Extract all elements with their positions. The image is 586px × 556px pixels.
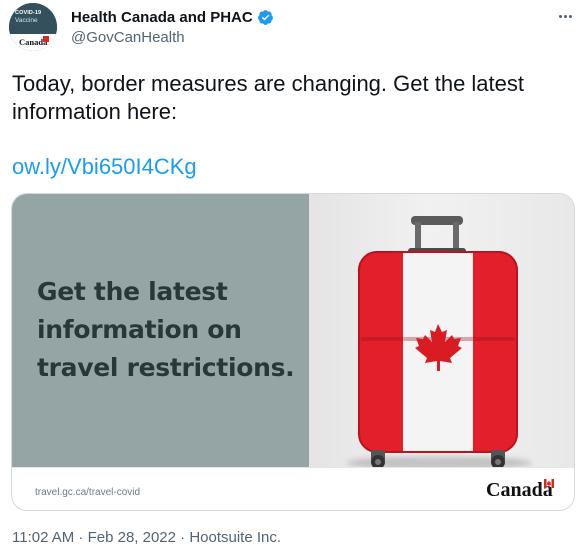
avatar-flag-icon (43, 36, 49, 42)
author-name-row: Health Canada and PHAC (71, 7, 274, 27)
media-headline: Get the latest information on travel res… (37, 277, 295, 382)
media-url-text: travel.gc.ca/travel-covid (35, 487, 141, 498)
tweet-link[interactable]: ow.ly/Vbi650I4CKg (12, 154, 197, 180)
tweet-media-image[interactable]: Get the latest information on travel res… (11, 193, 575, 511)
avatar-covid-label: COVID-19 (15, 10, 42, 16)
more-dot (563, 14, 567, 18)
more-dot (558, 14, 562, 18)
tweet-text: Today, border measures are changing. Get… (12, 71, 524, 124)
verified-badge-icon (257, 9, 273, 25)
avatar[interactable]: COVID-19 Vaccine Canada (9, 3, 57, 51)
author-handle[interactable]: @GovCanHealth (71, 29, 185, 46)
canada-flag-icon (544, 479, 554, 488)
tweet-timestamp[interactable]: 11:02 AM · Feb 28, 2022 · Hootsuite Inc. (12, 529, 281, 546)
media-text-panel: Get the latest information on travel res… (12, 194, 309, 467)
avatar-vaccine-label: Vaccine (15, 17, 38, 24)
canada-wordmark: Canada (486, 479, 553, 501)
more-options-icon[interactable] (551, 6, 579, 26)
canada-flag-suitcase-icon (358, 216, 518, 469)
more-dot (568, 14, 572, 18)
tweet-card: COVID-19 Vaccine Canada Health Canada an… (0, 0, 586, 556)
author-display-name[interactable]: Health Canada and PHAC (71, 9, 253, 26)
